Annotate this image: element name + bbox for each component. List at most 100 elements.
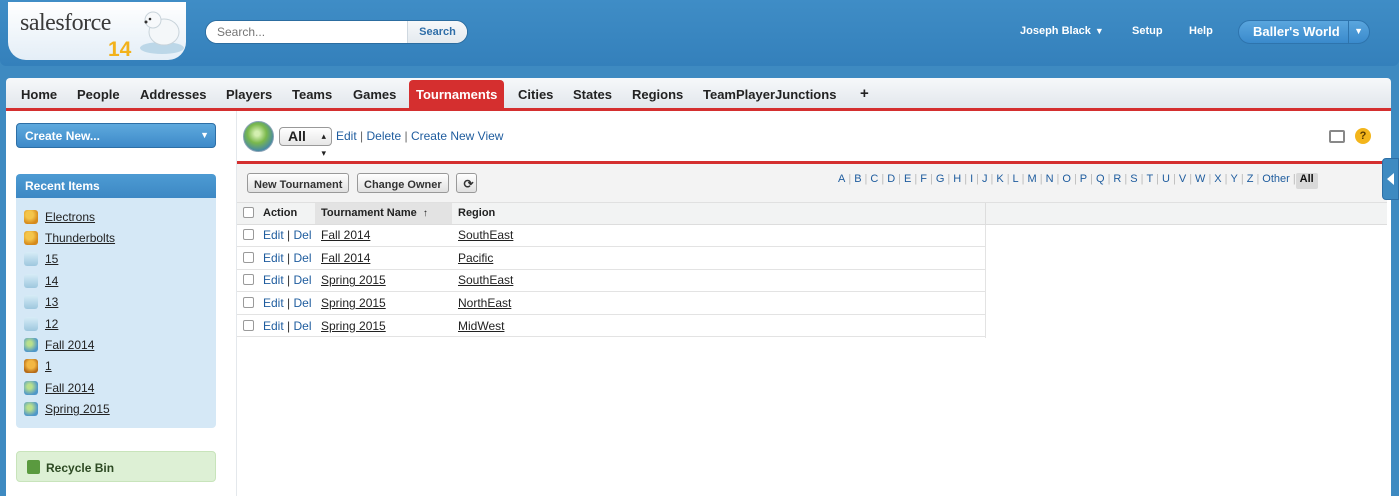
tournament-link[interactable]: Spring 2015: [321, 319, 386, 333]
alpha-filter-b[interactable]: B: [851, 173, 864, 189]
new-tournament-button[interactable]: New Tournament: [247, 173, 350, 193]
view-select[interactable]: All ▴ ▾: [279, 127, 332, 158]
alpha-filter-h[interactable]: H: [950, 173, 964, 189]
alpha-filter-v[interactable]: V: [1176, 173, 1189, 189]
tab-people[interactable]: People: [77, 80, 120, 108]
edit-link[interactable]: Edit: [263, 251, 284, 265]
tab-addresses[interactable]: Addresses: [140, 80, 206, 108]
alpha-filter-m[interactable]: M: [1025, 173, 1040, 189]
row-checkbox[interactable]: [243, 229, 254, 241]
alpha-filter-q[interactable]: Q: [1093, 173, 1108, 189]
region-link[interactable]: SouthEast: [458, 273, 513, 287]
create-view-link[interactable]: Create New View: [411, 129, 503, 143]
tournament-link[interactable]: Fall 2014: [321, 251, 370, 265]
user-menu[interactable]: Joseph Black ▼: [1020, 25, 1104, 37]
edit-link[interactable]: Edit: [263, 296, 284, 310]
del-link[interactable]: Del: [294, 251, 312, 265]
row-checkbox[interactable]: [243, 319, 254, 331]
salesforce-logo[interactable]: salesforce 14: [8, 2, 186, 61]
alpha-filter-u[interactable]: U: [1159, 173, 1173, 189]
tournament-link[interactable]: Spring 2015: [321, 296, 386, 310]
alpha-filter-all[interactable]: All: [1295, 173, 1318, 189]
recent-item-link[interactable]: Fall 2014: [45, 338, 94, 352]
recent-item-link[interactable]: 12: [45, 317, 58, 331]
help-link[interactable]: Help: [1189, 25, 1213, 37]
tab-cities[interactable]: Cities: [518, 80, 553, 108]
refresh-icon[interactable]: ⟳: [456, 173, 477, 193]
row-checkbox[interactable]: [243, 251, 254, 263]
delete-view-link[interactable]: Delete: [366, 129, 401, 143]
search-button[interactable]: Search: [407, 21, 467, 43]
recent-item-link[interactable]: 13: [45, 295, 58, 309]
alpha-filter-t[interactable]: T: [1143, 173, 1156, 189]
recycle-bin-link[interactable]: Recycle Bin: [16, 451, 216, 482]
tab-players[interactable]: Players: [226, 80, 272, 108]
recent-item-link[interactable]: Fall 2014: [45, 381, 94, 395]
recent-item-link[interactable]: 15: [45, 252, 58, 266]
alpha-filter-c[interactable]: C: [867, 173, 881, 189]
tab-teams[interactable]: Teams: [292, 80, 332, 108]
recent-item-link[interactable]: 14: [45, 274, 58, 288]
del-link[interactable]: Del: [294, 296, 312, 310]
change-owner-button[interactable]: Change Owner: [357, 173, 449, 193]
select-all-checkbox[interactable]: [243, 206, 254, 218]
recycle-bin-icon: [27, 460, 40, 474]
tournament-link[interactable]: Fall 2014: [321, 228, 370, 242]
alpha-filter-w[interactable]: W: [1192, 173, 1208, 189]
setup-link[interactable]: Setup: [1132, 25, 1163, 37]
region-link[interactable]: MidWest: [458, 319, 504, 333]
alpha-filter-a[interactable]: A: [835, 173, 848, 189]
tab-tournaments[interactable]: Tournaments: [409, 80, 505, 108]
tab-teamplayerjunctions[interactable]: TeamPlayerJunctions: [703, 80, 836, 108]
alpha-filter-other[interactable]: Other: [1259, 173, 1293, 189]
alpha-filter-o[interactable]: O: [1059, 173, 1074, 189]
search-input[interactable]: [206, 21, 408, 43]
region-link[interactable]: Pacific: [458, 251, 493, 265]
recent-item-link[interactable]: Thunderbolts: [45, 231, 115, 245]
alpha-filter-j[interactable]: J: [979, 173, 991, 189]
tab-states[interactable]: States: [573, 80, 612, 108]
app-switcher[interactable]: Baller's World ▼: [1238, 20, 1370, 44]
alpha-filter-z[interactable]: Z: [1244, 173, 1257, 189]
region-link[interactable]: NorthEast: [458, 296, 511, 310]
tab-regions[interactable]: Regions: [632, 80, 683, 108]
alpha-filter-i[interactable]: I: [967, 173, 976, 189]
alpha-filter-x[interactable]: X: [1211, 173, 1224, 189]
tab-games[interactable]: Games: [353, 80, 396, 108]
tab-home[interactable]: Home: [21, 80, 57, 108]
edit-link[interactable]: Edit: [263, 319, 284, 333]
region-link[interactable]: SouthEast: [458, 228, 513, 242]
alpha-filter-d[interactable]: D: [884, 173, 898, 189]
list-item: 1: [16, 356, 216, 377]
printer-icon[interactable]: [1329, 130, 1345, 143]
recent-item-link[interactable]: Electrons: [45, 210, 95, 224]
alpha-filter-g[interactable]: G: [933, 173, 948, 189]
recent-item-link[interactable]: Spring 2015: [45, 402, 110, 416]
alpha-filter-n[interactable]: N: [1043, 173, 1057, 189]
del-link[interactable]: Del: [294, 228, 312, 242]
column-header-region[interactable]: Region: [452, 203, 985, 225]
list-toolbar: New Tournament Change Owner ⟳ A | B | C | D…: [237, 164, 1387, 203]
edit-view-link[interactable]: Edit: [336, 129, 357, 143]
alpha-filter-l[interactable]: L: [1010, 173, 1022, 189]
row-checkbox[interactable]: [243, 274, 254, 286]
del-link[interactable]: Del: [294, 319, 312, 333]
tournament-link[interactable]: Spring 2015: [321, 273, 386, 287]
del-link[interactable]: Del: [294, 273, 312, 287]
column-header-tournament-name[interactable]: Tournament Name ↑: [315, 203, 452, 225]
alpha-filter-y[interactable]: Y: [1228, 173, 1241, 189]
alpha-filter-e[interactable]: E: [901, 173, 914, 189]
edit-link[interactable]: Edit: [263, 228, 284, 242]
recent-item-link[interactable]: 1: [45, 359, 52, 373]
help-icon[interactable]: ?: [1355, 128, 1371, 144]
alpha-filter-p[interactable]: P: [1077, 173, 1090, 189]
alpha-filter-f[interactable]: F: [917, 173, 930, 189]
alpha-filter-s[interactable]: S: [1127, 173, 1140, 189]
row-checkbox[interactable]: [243, 297, 254, 309]
alpha-filter-k[interactable]: K: [993, 173, 1006, 189]
create-new-menu[interactable]: Create New... ▼: [16, 123, 216, 148]
edit-link[interactable]: Edit: [263, 273, 284, 287]
sidebar-collapse-handle[interactable]: [1382, 158, 1399, 200]
tab-add[interactable]: +: [860, 80, 869, 108]
alpha-filter-r[interactable]: R: [1110, 173, 1124, 189]
